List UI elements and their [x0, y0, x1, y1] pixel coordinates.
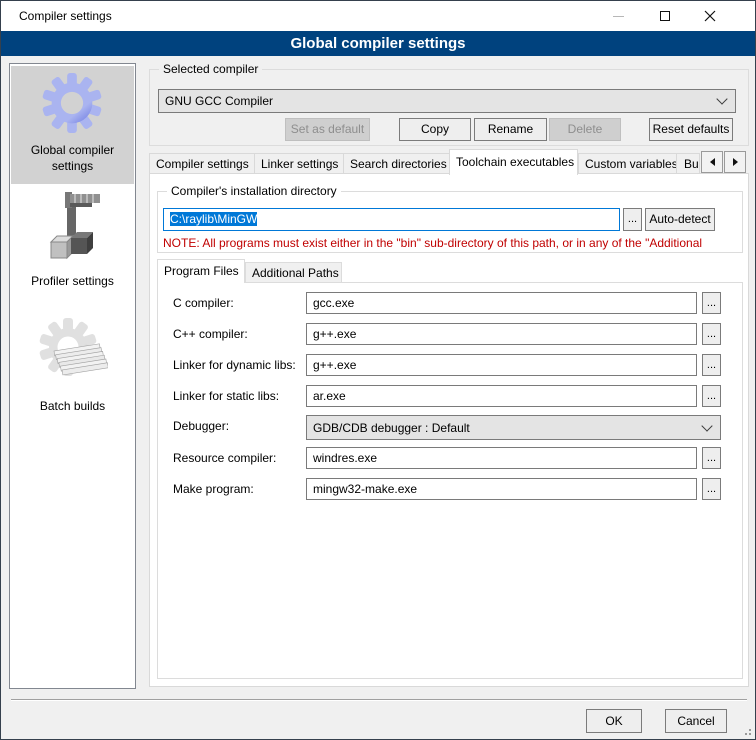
close-button[interactable]	[688, 1, 732, 31]
subtab-additional-paths[interactable]: Additional Paths	[245, 262, 342, 283]
tab-search-directories[interactable]: Search directories	[343, 153, 450, 174]
ok-button[interactable]: OK	[586, 709, 642, 733]
reset-defaults-button[interactable]: Reset defaults	[649, 118, 733, 141]
group-label: Compiler's installation directory	[167, 184, 341, 199]
resource-compiler-input[interactable]: windres.exe	[306, 447, 697, 469]
cpp-compiler-browse-button[interactable]: ...	[702, 323, 721, 345]
resource-compiler-browse-button[interactable]: ...	[702, 447, 721, 469]
make-program-input[interactable]: mingw32-make.exe	[306, 478, 697, 500]
tab-scroll-left-button[interactable]	[701, 151, 723, 173]
installation-directory-input[interactable]: C:\raylib\MinGW	[163, 208, 620, 231]
make-program-browse-button[interactable]: ...	[702, 478, 721, 500]
selected-path-text: C:\raylib\MinGW	[170, 212, 257, 226]
chevron-down-icon	[701, 420, 712, 431]
installation-directory-group: Compiler's installation directory C:\ray…	[157, 191, 743, 253]
browse-directory-button[interactable]: ...	[623, 208, 642, 231]
c-compiler-browse-button[interactable]: ...	[702, 292, 721, 314]
set-as-default-button: Set as default	[285, 118, 370, 141]
page-title: Global compiler settings	[1, 31, 755, 56]
tab-build-options[interactable]: Build options	[676, 153, 700, 174]
rename-button[interactable]: Rename	[474, 118, 547, 141]
dynamic-linker-input[interactable]: g++.exe	[306, 354, 697, 376]
gray-gear-papers-icon	[38, 317, 108, 387]
compiler-select-value: GNU GCC Compiler	[159, 94, 718, 108]
window-title: Compiler settings	[19, 1, 112, 31]
debugger-select-value: GDB/CDB debugger : Default	[307, 421, 703, 435]
sidebar-item-label: Batch builds	[10, 398, 135, 414]
chevron-down-icon	[716, 93, 727, 104]
sidebar-item-label: Profiler settings	[10, 273, 135, 289]
minimize-button	[596, 1, 640, 31]
cancel-button[interactable]: Cancel	[665, 709, 727, 733]
cpp-compiler-input[interactable]: g++.exe	[306, 323, 697, 345]
blue-gear-icon	[41, 72, 103, 134]
tab-scroll-right-icon	[733, 158, 738, 166]
settings-category-list: Global compiler settings Profiler settin…	[9, 63, 136, 689]
delete-button: Delete	[549, 118, 621, 141]
static-linker-browse-button[interactable]: ...	[702, 385, 721, 407]
sidebar-item-label: Global compiler settings	[10, 142, 135, 174]
selected-compiler-group: Selected compiler GNU GCC Compiler Set a…	[149, 69, 749, 146]
close-icon	[704, 10, 716, 22]
title-bar: Compiler settings	[1, 1, 755, 31]
subtab-program-files[interactable]: Program Files	[157, 259, 245, 283]
maximize-button[interactable]	[643, 1, 687, 31]
compiler-settings-dialog: Compiler settings Global compiler settin…	[0, 0, 756, 740]
note-text: NOTE: All programs must exist either in …	[163, 236, 739, 250]
program-files-panel: C compiler: gcc.exe ... C++ compiler: g+…	[157, 282, 743, 679]
autodetect-button[interactable]: Auto-detect	[645, 208, 715, 231]
compiler-select[interactable]: GNU GCC Compiler	[158, 89, 736, 113]
minimize-icon	[613, 16, 624, 17]
resize-grip-icon[interactable]	[749, 733, 751, 735]
group-label: Selected compiler	[159, 62, 262, 77]
maximize-icon	[660, 11, 670, 21]
tab-toolchain-executables[interactable]: Toolchain executables	[449, 149, 578, 175]
tab-scroll-left-icon	[710, 158, 715, 166]
static-linker-input[interactable]: ar.exe	[306, 385, 697, 407]
debugger-select[interactable]: GDB/CDB debugger : Default	[306, 415, 721, 440]
caliper-icon	[43, 190, 103, 268]
copy-button[interactable]: Copy	[399, 118, 471, 141]
tab-scroll-right-button[interactable]	[724, 151, 746, 173]
footer-divider	[11, 699, 747, 701]
tab-custom-variables[interactable]: Custom variables	[578, 153, 677, 174]
tab-compiler-settings[interactable]: Compiler settings	[149, 153, 255, 174]
dynamic-linker-browse-button[interactable]: ...	[702, 354, 721, 376]
toolchain-executables-page: Compiler's installation directory C:\ray…	[149, 173, 749, 687]
tab-linker-settings[interactable]: Linker settings	[254, 153, 344, 174]
c-compiler-input[interactable]: gcc.exe	[306, 292, 697, 314]
